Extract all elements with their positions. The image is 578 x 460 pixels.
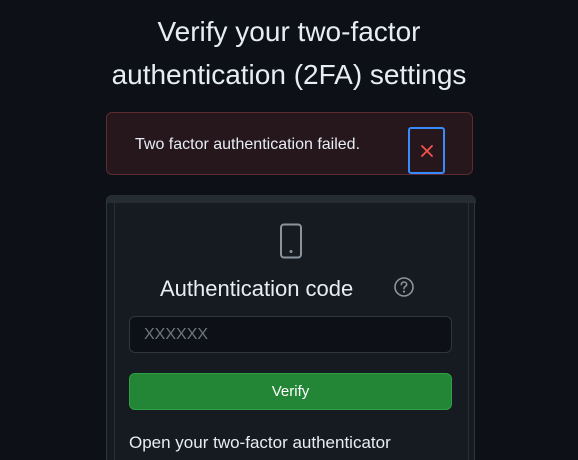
dismiss-alert-button[interactable] [408, 127, 445, 174]
authentication-code-input[interactable] [129, 316, 452, 353]
verify-button[interactable]: Verify [129, 373, 452, 410]
mobile-device-icon [280, 223, 302, 259]
error-alert: Two factor authentication failed. [106, 112, 473, 175]
close-icon [421, 145, 433, 157]
auth-panel: Authentication code Verify Open your two… [106, 195, 476, 460]
question-icon[interactable] [393, 276, 415, 298]
auth-panel-body: Authentication code Verify Open your two… [107, 195, 476, 460]
page-title: Verify your two-factor authentication (2F… [111, 16, 467, 90]
authenticator-instructions: Open your two-factor authenticator [129, 433, 391, 452]
auth-code-heading: Authentication code [160, 276, 354, 301]
error-message: Two factor authentication failed. [135, 136, 361, 153]
